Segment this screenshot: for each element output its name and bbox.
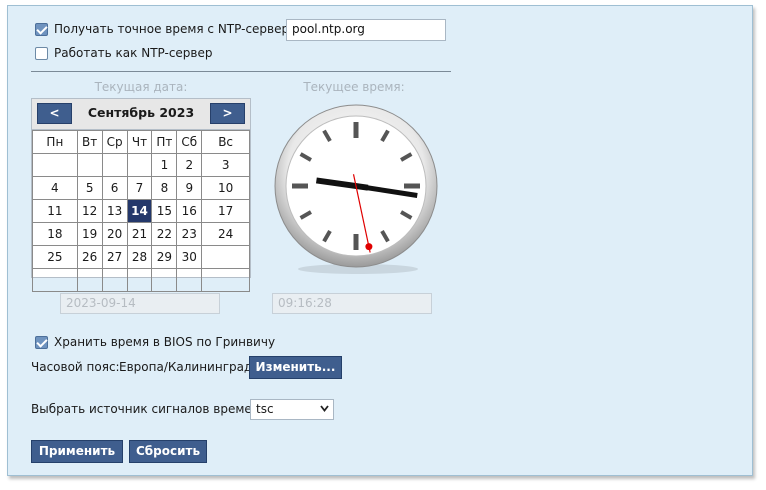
second-hand-tip — [365, 243, 373, 251]
calendar-day[interactable]: 11 — [32, 199, 78, 223]
calendar-day[interactable]: 25 — [32, 245, 78, 269]
chevron-down-icon — [320, 405, 329, 412]
bios-utc-label: Хранить время в BIOS по Гринвичу — [54, 335, 276, 349]
calendar-day[interactable]: 20 — [101, 222, 128, 246]
weekday-header: Чт — [126, 130, 153, 154]
calendar-day[interactable]: 29 — [151, 245, 178, 269]
calendar-day[interactable] — [32, 153, 78, 177]
calendar-day[interactable]: 3 — [201, 153, 250, 177]
weekday-header: Пн — [32, 130, 78, 154]
calendar-day[interactable]: 9 — [176, 176, 203, 200]
ntp-server-mode-checkbox[interactable] — [35, 47, 48, 60]
calendar-day[interactable] — [126, 153, 153, 177]
calendar-day — [201, 268, 250, 292]
week-row: 11 12 13 14 15 16 17 — [32, 199, 250, 223]
bios-utc-checkbox[interactable] — [35, 336, 48, 349]
weekday-header: Ср — [101, 130, 128, 154]
calendar-day — [176, 268, 203, 292]
calendar-day[interactable]: 24 — [201, 222, 250, 246]
calendar-day[interactable] — [201, 245, 250, 269]
calendar-header: < Сентябрь 2023 > — [32, 99, 250, 130]
calendar-day[interactable]: 30 — [176, 245, 203, 269]
week-row: 25 26 27 28 29 30 — [32, 245, 250, 269]
calendar-day[interactable] — [101, 153, 128, 177]
ntp-client-checkbox[interactable] — [35, 23, 48, 36]
analog-clock — [274, 104, 438, 274]
calendar-day[interactable]: 23 — [176, 222, 203, 246]
calendar: < Сентябрь 2023 > Пн Вт Ср Чт Пт Сб Вс 1… — [31, 98, 251, 292]
calendar-day[interactable]: 5 — [76, 176, 103, 200]
calendar-day[interactable]: 6 — [101, 176, 128, 200]
calendar-day — [151, 268, 178, 292]
calendar-day[interactable] — [76, 153, 103, 177]
divider — [31, 71, 451, 72]
clocksource-select[interactable]: tsc — [250, 399, 334, 420]
calendar-day[interactable]: 12 — [76, 199, 103, 223]
weekday-header: Сб — [176, 130, 203, 154]
calendar-grid: Пн Вт Ср Чт Пт Сб Вс 1 2 3 4 5 6 7 8 9 1… — [32, 130, 250, 292]
calendar-day[interactable]: 1 — [151, 153, 178, 177]
calendar-day-selected[interactable]: 14 — [126, 199, 153, 223]
week-row — [32, 268, 250, 292]
timezone-value: Европа/Калининград — [119, 360, 253, 374]
calendar-day — [76, 268, 103, 292]
calendar-day[interactable]: 15 — [151, 199, 178, 223]
calendar-day[interactable]: 22 — [151, 222, 178, 246]
calendar-day[interactable]: 8 — [151, 176, 178, 200]
calendar-day[interactable]: 19 — [76, 222, 103, 246]
calendar-day[interactable]: 10 — [201, 176, 250, 200]
calendar-day[interactable]: 26 — [76, 245, 103, 269]
ntp-server-mode-label: Работать как NTP-сервер — [54, 46, 213, 60]
current-time-caption: Текущее время: — [303, 80, 405, 94]
weekday-header: Пт — [151, 130, 178, 154]
calendar-day — [101, 268, 128, 292]
reset-button[interactable]: Сбросить — [129, 440, 207, 463]
calendar-day[interactable]: 21 — [126, 222, 153, 246]
clocksource-label: Выбрать источник сигналов времени: — [31, 402, 272, 416]
calendar-day — [126, 268, 153, 292]
calendar-day[interactable]: 13 — [101, 199, 128, 223]
calendar-day[interactable]: 17 — [201, 199, 250, 223]
weekday-header: Вт — [76, 130, 103, 154]
calendar-day[interactable]: 27 — [101, 245, 128, 269]
apply-button[interactable]: Применить — [31, 440, 123, 463]
week-row: 1 2 3 — [32, 153, 250, 177]
calendar-month-title: Сентябрь 2023 — [87, 105, 195, 120]
current-date-caption: Текущая дата: — [94, 80, 188, 94]
week-row: 18 19 20 21 22 23 24 — [32, 222, 250, 246]
calendar-day[interactable]: 18 — [32, 222, 78, 246]
change-timezone-button[interactable]: Изменить... — [249, 356, 342, 379]
settings-panel: Получать точное время с NTP-сервера: poo… — [7, 5, 753, 476]
calendar-day — [32, 268, 78, 292]
date-field: 2023-09-14 — [60, 293, 220, 314]
weekday-header: Вс — [201, 130, 250, 154]
time-field: 09:16:28 — [272, 293, 432, 314]
calendar-day[interactable]: 28 — [126, 245, 153, 269]
weekday-row: Пн Вт Ср Чт Пт Сб Вс — [32, 130, 250, 154]
timezone-label: Часовой пояс: — [31, 360, 120, 374]
ntp-client-label: Получать точное время с NTP-сервера: — [54, 22, 301, 36]
week-row: 4 5 6 7 8 9 10 — [32, 176, 250, 200]
calendar-day[interactable]: 2 — [176, 153, 203, 177]
next-month-button[interactable]: > — [210, 103, 245, 124]
clocksource-selected: tsc — [256, 402, 274, 416]
ntp-server-input[interactable]: pool.ntp.org — [286, 19, 446, 41]
calendar-day[interactable]: 7 — [126, 176, 153, 200]
calendar-day[interactable]: 4 — [32, 176, 78, 200]
prev-month-button[interactable]: < — [37, 103, 72, 124]
calendar-day[interactable]: 16 — [176, 199, 203, 223]
